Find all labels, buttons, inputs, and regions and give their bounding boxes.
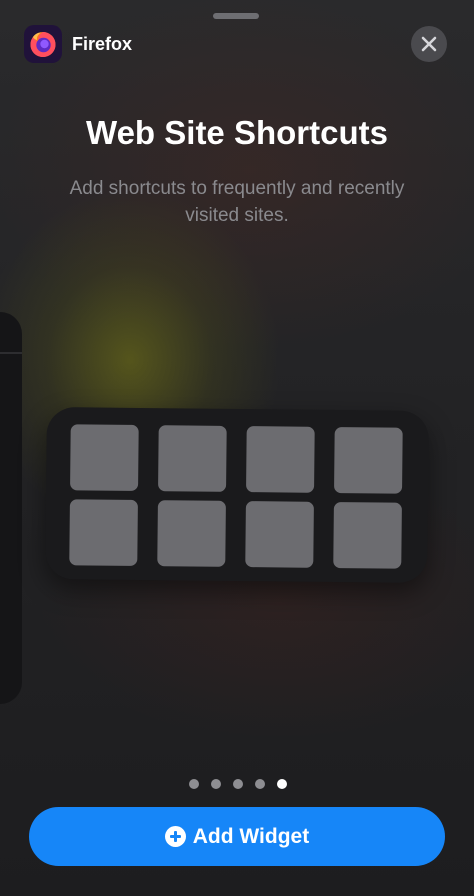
shortcuts-widget-preview[interactable]: [45, 407, 429, 583]
plus-circle-icon: [164, 826, 186, 847]
shortcut-tile: [70, 424, 139, 491]
shortcut-tile: [245, 501, 314, 568]
page-dot[interactable]: [233, 779, 243, 789]
app-name: Firefox: [72, 33, 133, 54]
sheet-grabber[interactable]: [213, 13, 259, 19]
widget-gallery-sheet: Firefox Web Site Shortcuts Add shortcuts…: [0, 0, 474, 896]
firefox-logo-icon: [24, 25, 62, 63]
shortcut-tile: [69, 499, 138, 566]
widget-description: Add shortcuts to frequently and recently…: [69, 178, 405, 226]
close-x-icon: [421, 36, 437, 52]
page-indicator[interactable]: [189, 779, 299, 789]
widget-title: Web Site Shortcuts: [86, 114, 388, 151]
shortcut-tile: [157, 500, 226, 567]
page-dot[interactable]: [211, 779, 221, 789]
close-button[interactable]: [411, 26, 447, 62]
page-dot[interactable]: [255, 779, 265, 789]
page-dot-active[interactable]: [277, 779, 287, 789]
preview-divider: [0, 352, 22, 354]
shortcut-tile: [333, 502, 402, 569]
app-header: Firefox: [24, 25, 132, 63]
shortcut-tile: [334, 427, 403, 494]
add-widget-label: Add Widget: [192, 824, 310, 848]
shortcut-tile: [158, 425, 227, 492]
page-dot[interactable]: [189, 779, 199, 789]
shortcut-tile: [246, 426, 315, 493]
previous-widget-preview[interactable]: [0, 312, 22, 704]
add-widget-button[interactable]: Add Widget: [29, 807, 445, 866]
